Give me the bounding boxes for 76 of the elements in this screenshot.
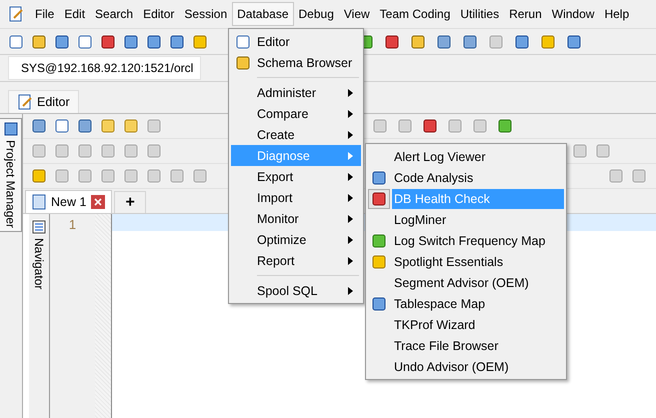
toolbar-icon[interactable] — [384, 34, 400, 50]
menu-item[interactable]: Window — [546, 2, 600, 26]
toolbar-icon[interactable] — [514, 34, 530, 50]
navigator-tab[interactable]: Navigator — [29, 214, 50, 418]
menu-item-icon — [371, 296, 387, 312]
menu-item[interactable]: Rerun — [504, 2, 547, 26]
menu-item[interactable]: Editor — [138, 2, 180, 26]
close-icon[interactable] — [91, 195, 106, 209]
notepad-icon — [8, 6, 24, 22]
menu-item[interactable]: Session — [179, 2, 232, 26]
line-number: 1 — [68, 217, 76, 232]
menu-item-icon — [371, 170, 387, 186]
menu-item[interactable]: Compare — [231, 103, 361, 124]
notepad-icon — [17, 94, 33, 110]
toolbar-icon[interactable] — [497, 118, 513, 134]
menu-item[interactable]: File — [30, 2, 60, 26]
menu-item[interactable]: Segment Advisor (OEM) — [392, 272, 564, 292]
menu-item[interactable]: Database — [232, 2, 294, 26]
menu-item[interactable]: Utilities — [455, 2, 504, 26]
toolbar-icon[interactable] — [146, 34, 162, 50]
menu-item-icon — [235, 34, 251, 50]
menu-item[interactable]: Trace File Browser — [392, 336, 564, 356]
menu-item-icon — [371, 254, 387, 270]
menu-item[interactable]: Optimize — [231, 229, 361, 250]
toolbar-icon[interactable] — [77, 118, 93, 134]
menu-item[interactable]: TKProf Wizard — [392, 314, 564, 334]
toolbar-icon[interactable] — [566, 34, 582, 50]
document-tab[interactable]: New 1 — [25, 190, 112, 213]
menu-item[interactable]: Report — [231, 250, 361, 271]
menu-item[interactable]: Debug — [294, 2, 339, 26]
menu-item[interactable]: Schema Browser — [231, 52, 361, 73]
window-icon — [4, 122, 18, 136]
toolbar-icon[interactable] — [436, 34, 452, 50]
toolbar-icon[interactable] — [54, 118, 70, 134]
menu-item[interactable]: Team Coding — [374, 2, 456, 26]
menu-item[interactable]: Spotlight Essentials — [392, 252, 564, 272]
menu-item[interactable]: Help — [599, 2, 634, 26]
menu-item-icon — [371, 190, 387, 206]
menu-item[interactable]: LogMiner — [392, 210, 564, 230]
menu-item[interactable]: Monitor — [231, 208, 361, 229]
menu-item-icon — [371, 232, 387, 248]
menu-item[interactable]: Import — [231, 187, 361, 208]
sql-file-icon — [32, 194, 46, 210]
toolbar-icon[interactable] — [169, 34, 185, 50]
menu-item-icon — [235, 54, 251, 70]
toolbar-icon[interactable] — [540, 34, 556, 50]
menu-item[interactable]: Alert Log Viewer — [392, 146, 564, 166]
toolbar-icon[interactable] — [8, 34, 24, 50]
menu-item[interactable]: Spool SQL — [231, 280, 361, 301]
menu-item[interactable]: Create — [231, 124, 361, 145]
toolbar-icon[interactable] — [410, 34, 426, 50]
toolbar-icon[interactable] — [31, 34, 47, 50]
toolbar-icon[interactable] — [31, 168, 47, 184]
menu-item[interactable]: Administer — [231, 82, 361, 103]
menu-item[interactable]: Edit — [59, 2, 90, 26]
list-icon — [32, 220, 46, 234]
new-tab-button[interactable]: + — [114, 191, 146, 213]
menu-item[interactable]: Editor — [231, 31, 361, 52]
menu-item[interactable]: Search — [90, 2, 138, 26]
project-manager-tab[interactable]: Project Manager — [0, 118, 22, 232]
editor-tab[interactable]: Editor — [8, 90, 79, 113]
menu-item[interactable]: Code Analysis — [392, 168, 564, 188]
toolbar-icon[interactable] — [192, 34, 208, 50]
menu-item[interactable]: Tablespace Map — [392, 294, 564, 314]
connection-tab[interactable]: SYS@192.168.92.120:1521/orcl — [8, 56, 201, 80]
toolbar-icon[interactable] — [123, 34, 139, 50]
toolbar-icon[interactable] — [100, 34, 116, 50]
menu-item[interactable]: View — [338, 2, 375, 26]
toolbar-icon[interactable] — [77, 34, 93, 50]
menu-item[interactable]: Log Switch Frequency Map — [392, 230, 564, 250]
toolbar-icon[interactable] — [422, 118, 438, 134]
toolbar-icon[interactable] — [462, 34, 478, 50]
menu-item[interactable]: Undo Advisor (OEM) — [392, 356, 564, 376]
toolbar-icon[interactable] — [31, 118, 47, 134]
toolbar-icon[interactable] — [54, 34, 70, 50]
menu-item[interactable]: Export — [231, 166, 361, 187]
